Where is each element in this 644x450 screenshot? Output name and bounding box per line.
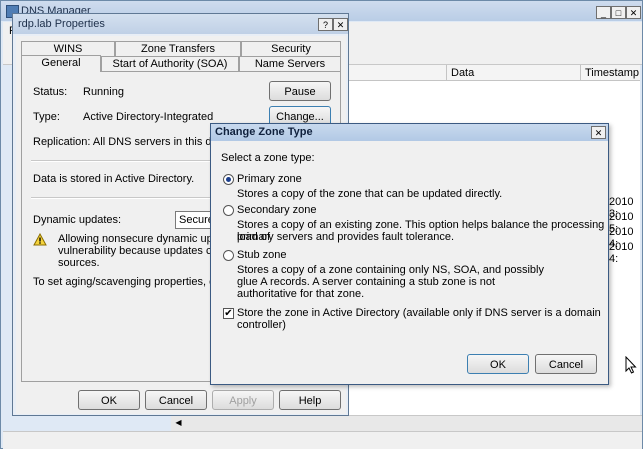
secondary-zone-description-2: primary servers and provides fault toler… <box>237 231 455 243</box>
dynamic-updates-value: Secure <box>179 214 214 226</box>
warning-line-3: sources. <box>58 257 100 269</box>
help-titlebar-button[interactable]: ? <box>318 18 333 31</box>
change-zone-type-dialog: Change Zone Type ✕ Select a zone type: P… <box>210 123 609 385</box>
pause-button[interactable]: Pause <box>269 81 331 101</box>
stub-zone-radio[interactable] <box>223 250 234 261</box>
stub-zone-description-3: authoritative for that zone. <box>237 288 365 300</box>
tab-security[interactable]: Security <box>241 41 341 57</box>
properties-title: rdp.lab Properties <box>18 18 105 30</box>
type-value: Active Directory-Integrated <box>83 111 214 123</box>
type-label: Type: <box>33 111 60 123</box>
maximize-button[interactable]: □ <box>611 6 626 19</box>
cancel-button[interactable]: Cancel <box>145 390 207 410</box>
store-in-ad-checkbox[interactable]: ✔ <box>223 308 234 319</box>
column-header-data[interactable]: Data <box>451 67 474 79</box>
status-bar <box>3 431 642 449</box>
close-button[interactable]: ✕ <box>591 126 606 139</box>
horizontal-scrollbar[interactable] <box>171 415 642 431</box>
timestamp-cell: 2010 4: <box>609 241 634 265</box>
primary-zone-description: Stores a copy of the zone that can be up… <box>237 188 503 200</box>
close-button[interactable]: ✕ <box>333 18 348 31</box>
ok-button[interactable]: OK <box>467 354 529 374</box>
tab-zone-transfers[interactable]: Zone Transfers <box>115 41 241 57</box>
close-button[interactable]: ✕ <box>626 6 641 19</box>
primary-zone-radio[interactable] <box>223 174 234 185</box>
dialog-title: Change Zone Type <box>215 126 313 138</box>
mouse-cursor <box>625 355 637 374</box>
dynamic-updates-label: Dynamic updates: <box>33 214 122 226</box>
status-label: Status: <box>33 86 68 98</box>
status-value: Running <box>83 86 124 98</box>
secondary-zone-radio[interactable] <box>223 205 234 216</box>
scroll-left-arrow[interactable]: ◀ <box>173 417 184 428</box>
warning-icon <box>33 232 47 246</box>
stub-zone-description-1: Stores a copy of a zone containing only … <box>237 264 544 276</box>
secondary-zone-label[interactable]: Secondary zone <box>237 204 317 216</box>
tab-soa[interactable]: Start of Authority (SOA) <box>101 56 239 72</box>
cancel-button[interactable]: Cancel <box>535 354 597 374</box>
column-divider <box>580 65 581 80</box>
tab-general[interactable]: General <box>21 55 101 72</box>
tab-name-servers[interactable]: Name Servers <box>239 56 341 72</box>
ok-button[interactable]: OK <box>78 390 140 410</box>
stored-text: Data is stored in Active Directory. <box>33 173 195 185</box>
stub-zone-description-2: glue A records. A server containing a st… <box>237 276 496 288</box>
zone-type-prompt: Select a zone type: <box>221 152 315 164</box>
column-header-timestamp[interactable]: Timestamp <box>585 67 639 79</box>
store-in-ad-label[interactable]: Store the zone in Active Directory (avai… <box>237 307 608 331</box>
stub-zone-label[interactable]: Stub zone <box>237 249 287 261</box>
primary-zone-label[interactable]: Primary zone <box>237 173 302 185</box>
help-button[interactable]: Help <box>279 390 341 410</box>
column-divider <box>446 65 447 80</box>
minimize-button[interactable]: _ <box>596 6 611 19</box>
apply-button[interactable]: Apply <box>212 390 274 410</box>
